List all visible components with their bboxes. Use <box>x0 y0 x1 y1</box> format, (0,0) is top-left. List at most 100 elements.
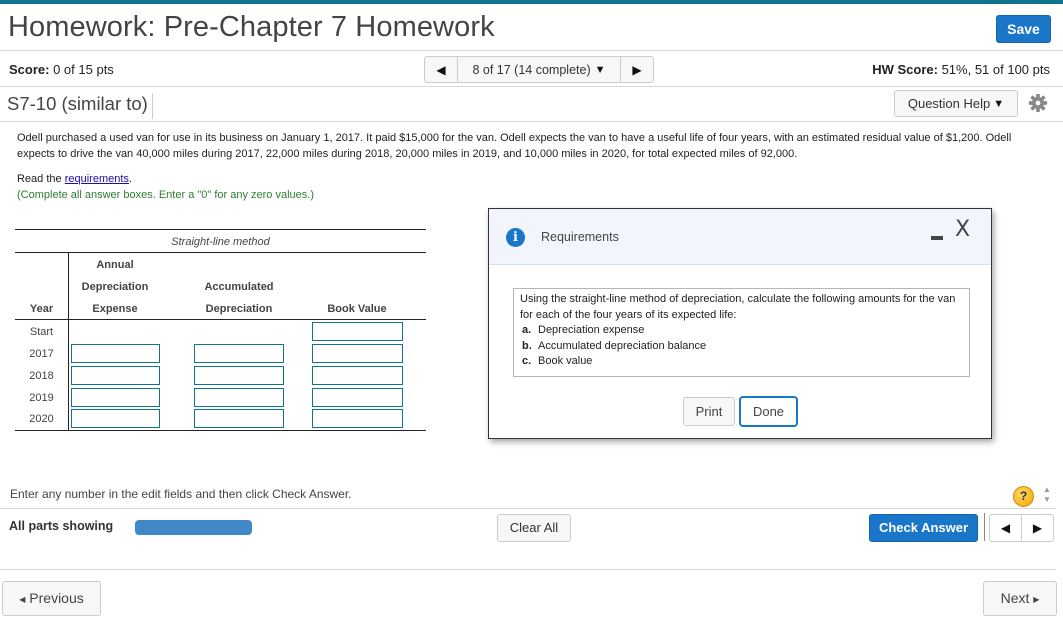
requirement-item: b. Accumulated depreciation balance <box>520 339 963 355</box>
close-icon[interactable]: X <box>955 217 970 242</box>
dialog-header[interactable]: i Requirements X <box>489 209 991 265</box>
question-navigator: ◀ 8 of 17 (14 complete) ▼ ▶ <box>424 56 654 83</box>
expense-input-2018[interactable] <box>71 366 160 385</box>
requirement-letter: b. <box>522 339 532 352</box>
divider <box>0 86 1063 87</box>
page-title: Homework: Pre-Chapter 7 Homework <box>8 11 495 43</box>
prev-question-button[interactable]: ◀ <box>425 57 457 82</box>
caret-down-icon: ▼ <box>594 63 606 76</box>
check-answer-button[interactable]: Check Answer <box>869 514 978 542</box>
question-id: S7-10 (similar to) <box>7 93 153 119</box>
dialog-title: Requirements <box>541 230 619 244</box>
requirement-text: Depreciation expense <box>538 324 645 336</box>
question-prompt: Odell purchased a used van for use in it… <box>17 132 1012 160</box>
table-header-rule <box>15 319 426 320</box>
expense-input-2019[interactable] <box>71 388 160 407</box>
divider <box>0 569 1056 570</box>
hw-score: HW Score: 51%, 51 of 100 pts <box>872 62 1050 77</box>
read-suffix: . <box>128 173 132 185</box>
table-bottom-rule <box>15 430 426 431</box>
next-button[interactable]: Next ▶ <box>983 581 1057 616</box>
header-accum-2: Depreciation <box>205 303 273 315</box>
divider <box>0 508 1056 509</box>
requirements-box: Using the straight-line method of deprec… <box>513 288 970 377</box>
right-triangle-icon: ▶ <box>632 62 642 77</box>
book-value-input-2020[interactable] <box>312 409 403 428</box>
minimize-icon[interactable] <box>931 236 943 240</box>
left-triangle-icon: ◀ <box>19 595 26 604</box>
scroll-updown-icon[interactable]: ▲ ▼ <box>1040 485 1054 507</box>
divider <box>0 121 1063 122</box>
row-year: 2019 <box>29 392 54 404</box>
expense-input-2020[interactable] <box>71 409 160 428</box>
print-button[interactable]: Print <box>683 397 735 426</box>
hw-score-value: 51%, 51 of 100 pts <box>941 62 1050 77</box>
row-year: 2018 <box>29 370 54 382</box>
instruction-text: (Complete all answer boxes. Enter a "0" … <box>17 188 314 201</box>
accumulated-input-2020[interactable] <box>194 409 284 428</box>
requirements-dialog: i Requirements X Using the straight-line… <box>488 208 992 439</box>
done-button[interactable]: Done <box>739 396 798 427</box>
accumulated-input-2019[interactable] <box>194 388 284 407</box>
separator <box>984 513 985 541</box>
header-accum-1: Accumulated <box>204 281 274 293</box>
book-value-input-2019[interactable] <box>312 388 403 407</box>
requirement-item: a. Depreciation expense <box>520 323 963 339</box>
requirement-text: Accumulated depreciation balance <box>538 339 707 352</box>
part-navigator: ◀ ▶ <box>989 514 1054 542</box>
score-label: Score: <box>9 62 50 77</box>
previous-button[interactable]: ◀ Previous <box>2 581 101 616</box>
previous-label: Previous <box>29 590 84 606</box>
question-help-label: Question Help <box>907 96 991 111</box>
header-year: Year <box>29 303 54 315</box>
requirement-letter: c. <box>522 355 532 367</box>
question-position: 8 of 17 (14 complete) <box>472 62 591 77</box>
table-caption: Straight-line method <box>171 236 270 248</box>
requirements-link[interactable]: requirements <box>65 173 129 185</box>
row-year: Start <box>29 326 54 338</box>
next-part-button[interactable]: ▶ <box>1022 515 1053 541</box>
hw-score-label: HW Score: <box>872 62 938 77</box>
left-triangle-icon: ◀ <box>436 62 446 77</box>
expense-input-2017[interactable] <box>71 344 160 363</box>
next-question-button[interactable]: ▶ <box>621 57 653 82</box>
read-requirements: Read the requirements. (Complete all ans… <box>17 172 314 203</box>
info-icon: i <box>506 228 525 247</box>
enter-hint: Enter any number in the edit fields and … <box>10 487 352 501</box>
requirements-intro: Using the straight-line method of deprec… <box>520 293 956 321</box>
prev-part-button[interactable]: ◀ <box>990 515 1022 541</box>
parts-progress-bar <box>135 520 252 535</box>
requirement-item: c. Book value <box>520 354 963 370</box>
requirement-text: Book value <box>538 355 593 367</box>
header-annual-3: Expense <box>92 303 138 315</box>
clear-all-button[interactable]: Clear All <box>497 514 571 542</box>
book-value-input-start[interactable] <box>312 322 403 341</box>
save-button[interactable]: Save <box>996 15 1051 43</box>
accumulated-input-2018[interactable] <box>194 366 284 385</box>
header-book-value: Book Value <box>327 303 387 315</box>
all-parts-label: All parts showing <box>9 519 114 533</box>
score: Score: 0 of 15 pts <box>9 62 114 77</box>
row-year: 2020 <box>29 413 54 425</box>
table-top-rule <box>15 229 426 230</box>
table-caption-rule <box>15 252 426 253</box>
accumulated-input-2017[interactable] <box>194 344 284 363</box>
score-value: 0 of 15 pts <box>53 62 114 77</box>
book-value-input-2018[interactable] <box>312 366 403 385</box>
read-prefix: Read the <box>17 173 65 185</box>
requirement-letter: a. <box>522 324 532 336</box>
help-icon[interactable]: ? <box>1013 486 1034 507</box>
question-help-button[interactable]: Question Help ▼ <box>894 90 1018 117</box>
header-annual-1: Annual <box>96 259 134 271</box>
question-select-dropdown[interactable]: 8 of 17 (14 complete) ▼ <box>457 57 621 82</box>
year-column-rule <box>68 252 69 431</box>
right-triangle-icon: ▶ <box>1033 595 1040 604</box>
next-label: Next <box>1000 590 1030 606</box>
row-year: 2017 <box>29 348 54 360</box>
book-value-input-2017[interactable] <box>312 344 403 363</box>
header-annual-2: Depreciation <box>81 281 149 293</box>
gear-icon[interactable] <box>1027 92 1049 114</box>
divider <box>0 50 1063 51</box>
top-accent-bar <box>0 0 1063 4</box>
caret-down-icon: ▼ <box>993 97 1005 110</box>
